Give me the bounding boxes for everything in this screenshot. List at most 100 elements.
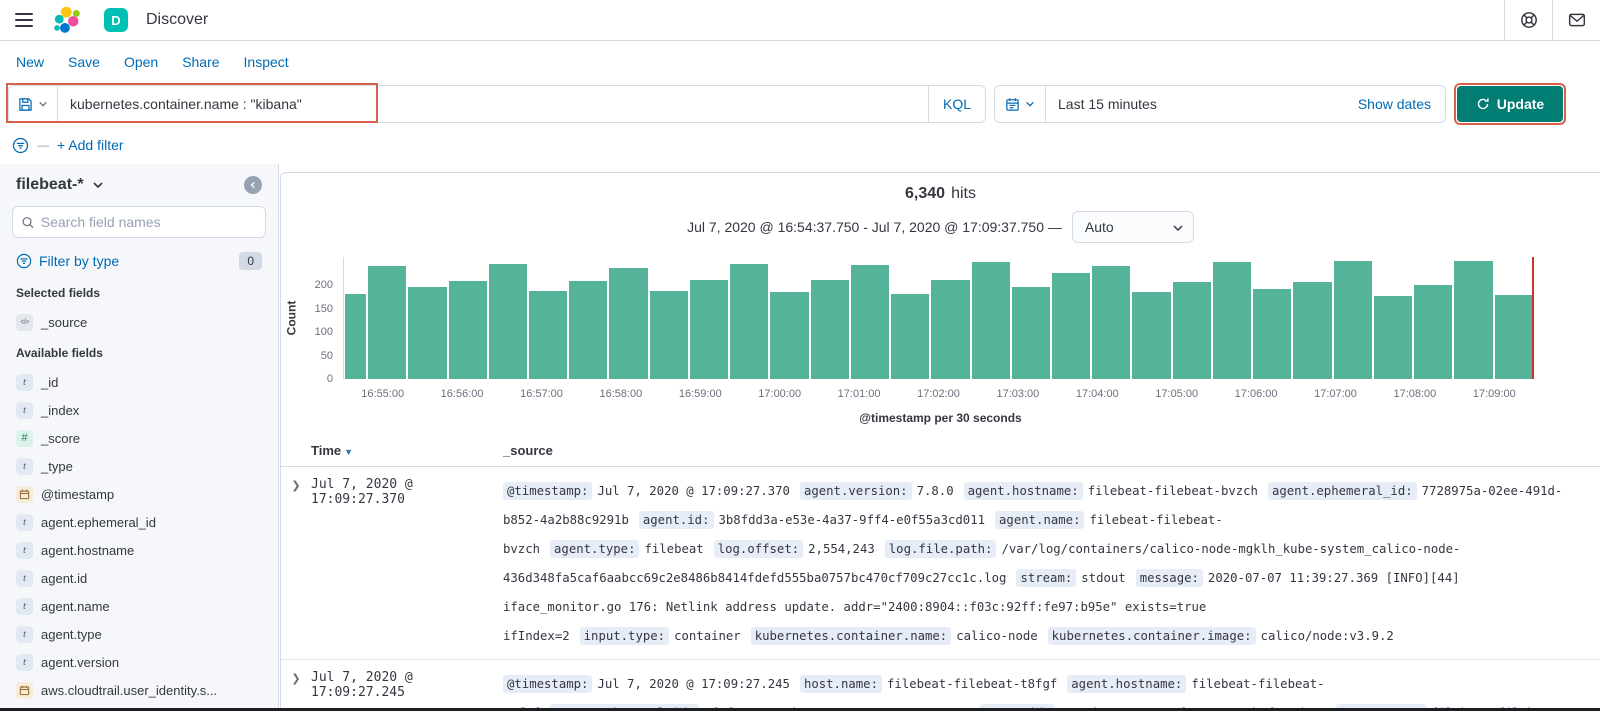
field-search-input[interactable] bbox=[40, 214, 257, 230]
source-field-value: 3b8fdd3a-e53e-4a37-9ff4-e0f55a3cd011 bbox=[718, 513, 986, 527]
search-icon bbox=[22, 216, 34, 228]
source-field-name: log.file.path: bbox=[884, 540, 997, 558]
histogram-bar[interactable] bbox=[850, 264, 890, 379]
source-field-name: stream: bbox=[1016, 569, 1077, 587]
number-field-icon: # bbox=[16, 429, 33, 447]
histogram-bar[interactable] bbox=[408, 287, 447, 379]
histogram-bar[interactable] bbox=[345, 294, 367, 379]
field-item-_score[interactable]: # _score bbox=[8, 424, 270, 452]
source-field-value: filebeat-filebeat-bvzch bbox=[1087, 484, 1258, 498]
nav-link-new[interactable]: New bbox=[16, 54, 44, 70]
chevron-down-icon[interactable] bbox=[92, 179, 104, 191]
field-item-agent.name[interactable]: t agent.name bbox=[8, 592, 270, 620]
histogram-bar[interactable] bbox=[1212, 261, 1252, 379]
string-field-icon: t bbox=[16, 653, 33, 671]
histogram-bar[interactable] bbox=[1494, 295, 1533, 379]
mail-icon bbox=[1568, 13, 1585, 27]
histogram-bar[interactable] bbox=[770, 291, 809, 379]
histogram-bar[interactable] bbox=[1132, 291, 1171, 379]
histogram-bar[interactable] bbox=[528, 290, 568, 379]
x-axis-ticks: 16:55:00 16:56:00 16:57:00 16:58:00 16:59:00… bbox=[361, 388, 1516, 400]
histogram-bar[interactable] bbox=[488, 263, 527, 379]
field-item-_type[interactable]: t _type bbox=[8, 452, 270, 480]
source-field-value: calico/node:v3.9.2 bbox=[1260, 629, 1394, 643]
field-item-agent.version[interactable]: t agent.version bbox=[8, 648, 270, 676]
field-item-aws.cloudtrail.user_identity.s...[interactable]: aws.cloudtrail.user_identity.s... bbox=[8, 676, 270, 704]
doc-table-body: ❯ Jul 7, 2020 @ 17:09:27.370 @timestamp: Ju… bbox=[281, 467, 1600, 711]
histogram-bar[interactable] bbox=[1293, 282, 1332, 379]
chevron-down-icon bbox=[1026, 101, 1034, 107]
histogram-bar[interactable] bbox=[368, 266, 407, 379]
histogram-bar[interactable] bbox=[569, 281, 608, 379]
source-field-name: log.offset: bbox=[713, 540, 804, 558]
collapse-sidebar-button[interactable] bbox=[244, 176, 262, 194]
histogram-bar[interactable] bbox=[448, 281, 487, 379]
field-item-_index[interactable]: t _index bbox=[8, 396, 270, 424]
histogram-bar[interactable] bbox=[931, 280, 970, 379]
histogram-bar[interactable] bbox=[1092, 265, 1131, 379]
source-field-value: Jul 7, 2020 @ 17:09:27.245 bbox=[597, 677, 790, 691]
field-item-_source[interactable]: </> _source bbox=[8, 308, 270, 336]
field-item-agent.type[interactable]: t agent.type bbox=[8, 620, 270, 648]
help-button[interactable] bbox=[1504, 0, 1552, 40]
show-dates-link[interactable]: Show dates bbox=[1344, 96, 1445, 112]
histogram-bar[interactable] bbox=[689, 280, 729, 379]
field-item-agent.hostname[interactable]: t agent.hostname bbox=[8, 536, 270, 564]
field-item-agent.ephemeral_id[interactable]: t agent.ephemeral_id bbox=[8, 508, 270, 536]
histogram-bar[interactable] bbox=[891, 294, 930, 379]
chevron-left-icon bbox=[250, 181, 255, 189]
histogram-bar[interactable] bbox=[1172, 282, 1211, 379]
histogram-bar[interactable] bbox=[1454, 261, 1493, 379]
string-field-icon: t bbox=[16, 569, 33, 587]
string-field-icon: t bbox=[16, 401, 33, 419]
histogram-bar[interactable] bbox=[971, 261, 1010, 379]
chevron-down-icon bbox=[1173, 225, 1183, 232]
expand-row-button[interactable]: ❯ bbox=[291, 672, 300, 688]
refresh-icon bbox=[1477, 98, 1489, 110]
time-column-header[interactable]: Time ▼ bbox=[311, 443, 503, 458]
menu-icon[interactable] bbox=[0, 13, 48, 27]
expand-row-button[interactable]: ❯ bbox=[291, 479, 300, 495]
histogram-bar[interactable] bbox=[1333, 261, 1372, 379]
histogram-bar[interactable] bbox=[609, 268, 648, 379]
date-picker-button[interactable] bbox=[995, 86, 1046, 122]
nav-link-inspect[interactable]: Inspect bbox=[244, 54, 289, 70]
source-field-value: container bbox=[674, 629, 741, 643]
field-search-box[interactable] bbox=[12, 206, 266, 238]
field-name: _type bbox=[41, 458, 73, 474]
nav-link-share[interactable]: Share bbox=[182, 54, 219, 70]
field-item-_id[interactable]: t _id bbox=[8, 368, 270, 396]
histogram-bar[interactable] bbox=[1414, 284, 1453, 379]
current-time-marker bbox=[1532, 257, 1534, 379]
histogram-bar[interactable] bbox=[1011, 287, 1051, 379]
nav-link-open[interactable]: Open bbox=[124, 54, 158, 70]
histogram-interval-select[interactable]: Auto bbox=[1071, 211, 1194, 243]
histogram-bar[interactable] bbox=[1253, 289, 1292, 379]
time-range-value[interactable]: Last 15 minutes bbox=[1046, 96, 1344, 112]
histogram-bar[interactable] bbox=[730, 263, 769, 379]
newsfeed-button[interactable] bbox=[1552, 0, 1600, 40]
histogram-bar[interactable] bbox=[649, 291, 688, 379]
field-name: agent.id bbox=[41, 570, 88, 586]
filter-icon bbox=[12, 137, 29, 153]
elastic-logo-icon[interactable] bbox=[54, 6, 82, 34]
source-field-name: kubernetes.container.image: bbox=[1047, 627, 1256, 645]
field-name: _source bbox=[41, 314, 88, 330]
histogram-bar[interactable] bbox=[1052, 272, 1091, 379]
source-field-name: @timestamp: bbox=[503, 675, 593, 693]
query-language-button[interactable]: KQL bbox=[927, 86, 985, 122]
filter-by-type-link[interactable]: Filter by type bbox=[39, 253, 119, 269]
saved-query-button[interactable] bbox=[9, 86, 58, 122]
field-item-@timestamp[interactable]: @timestamp bbox=[8, 480, 270, 508]
field-item-agent.id[interactable]: t agent.id bbox=[8, 564, 270, 592]
update-button[interactable]: Update bbox=[1457, 86, 1563, 122]
query-input[interactable] bbox=[58, 86, 928, 122]
x-axis-title: @timestamp per 30 seconds bbox=[859, 411, 1022, 425]
histogram-bar[interactable] bbox=[1373, 296, 1413, 379]
source-field-name: @timestamp: bbox=[503, 482, 593, 500]
sort-descending-icon: ▼ bbox=[344, 447, 354, 457]
index-pattern-selector[interactable]: filebeat-* bbox=[16, 176, 84, 194]
nav-link-save[interactable]: Save bbox=[68, 54, 100, 70]
histogram-bar[interactable] bbox=[810, 280, 849, 379]
add-filter-link[interactable]: + Add filter bbox=[57, 137, 124, 153]
